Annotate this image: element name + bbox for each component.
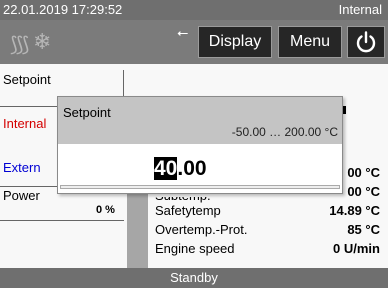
setpoint-input[interactable]: 40.00 <box>154 157 207 181</box>
setpoint-label: Setpoint <box>3 72 51 87</box>
power-icon <box>356 31 376 53</box>
measurement-value: 00 °C <box>347 165 380 180</box>
external-temp-label: Extern <box>3 160 41 175</box>
datetime: 22.01.2019 17:29:52 <box>3 2 123 17</box>
status-bar: 22.01.2019 17:29:52 Internal <box>0 0 388 20</box>
toolbar: ⟆⟆⟆ ❄ ⭠ Display Menu <box>0 20 388 64</box>
menu-button[interactable]: Menu <box>278 26 342 58</box>
measurement-value: 85 °C <box>347 222 380 237</box>
dialog-title: Setpoint <box>63 105 111 120</box>
usb-icon: ⭠ <box>177 24 189 40</box>
heating-icon: ⟆⟆⟆ <box>10 34 29 56</box>
setpoint-decimal-part[interactable]: .00 <box>177 157 206 180</box>
setpoint-dialog: Setpoint -50.00 … 200.00 °C 40.00 <box>57 96 343 194</box>
measurement-label: Overtemp.-Prot. <box>155 222 248 237</box>
input-underline <box>60 185 340 189</box>
footer-status: Standby <box>0 268 388 288</box>
measurement-label: Safetytemp <box>155 203 221 218</box>
cooling-icon: ❄ <box>33 29 52 54</box>
controller-screen: 22.01.2019 17:29:52 Internal ⟆⟆⟆ ❄ ⭠ Dis… <box>0 0 388 288</box>
measurement-value: 00 °C <box>347 184 380 199</box>
measurement-value: 14.89 °C <box>329 203 380 218</box>
level-bar <box>127 186 148 268</box>
control-mode: Internal <box>338 2 382 17</box>
measurement-label: Engine speed <box>155 241 235 256</box>
dialog-range: -50.00 … 200.00 °C <box>231 125 338 139</box>
dialog-header: Setpoint -50.00 … 200.00 °C <box>58 97 342 144</box>
power-value: 0 % <box>96 204 115 216</box>
setpoint-integer-part[interactable]: 40 <box>154 157 178 180</box>
display-button[interactable]: Display <box>198 26 272 58</box>
power-label: Power <box>3 188 40 203</box>
power-button[interactable] <box>347 26 385 58</box>
divider <box>0 220 124 221</box>
internal-temp-label: Internal <box>3 116 47 131</box>
measurement-value: 0 U/min <box>333 241 380 256</box>
